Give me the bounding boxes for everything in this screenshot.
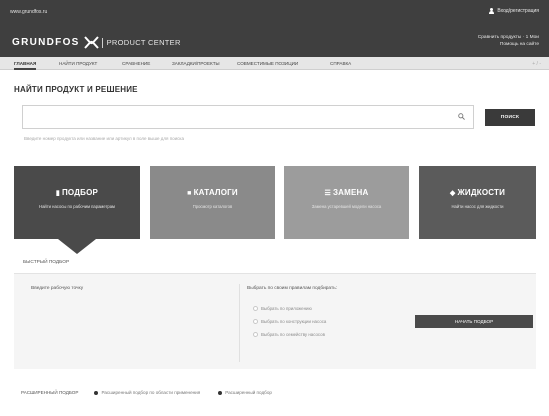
option-label: Выбрать по семейству насосов	[261, 332, 325, 337]
option-label: Выбрать по приложению	[261, 306, 312, 311]
user-icon	[488, 8, 494, 14]
quick-selection-panel: Введите рабочую точку Выбрать по своим п…	[14, 274, 536, 369]
nav-bookmarks[interactable]: ЗАКЛАДКИ/ПРОЕКТЫ	[172, 57, 220, 70]
site-link[interactable]: www.grundfos.ru	[10, 9, 47, 15]
tile-replacement[interactable]: ☰ ЗАМЕНА Замена устаревшей модели насоса	[284, 166, 409, 239]
nav-compatible[interactable]: СОВМЕСТИМЫЕ ПОЗИЦИИ	[237, 57, 298, 70]
search-hint: Введите номер продукта или название или …	[24, 136, 184, 141]
bullet-icon	[218, 390, 223, 395]
radio-button[interactable]	[253, 306, 258, 311]
tile-catalogues[interactable]: ■ КАТАЛОГИ Просмотр каталогов	[150, 166, 275, 239]
brand-separator	[101, 37, 103, 48]
sizing-icon: ▮	[55, 190, 60, 197]
quick-selection-header: БЫСТРЫЙ ПОДБОР	[14, 254, 536, 274]
nav-find-product[interactable]: НАЙТИ ПРОДУКТ	[59, 57, 97, 70]
header-links: Сравнить продукты · 1 Мои Помощь на сайт…	[478, 34, 539, 48]
advanced-option-label: Расширенный подбор	[225, 390, 272, 395]
tile-sizing[interactable]: ▮ ПОДБОР Найти насосы по рабочим параметр…	[14, 166, 140, 254]
tile-replacement-title: ☰ ЗАМЕНА	[324, 188, 369, 197]
nav-compare[interactable]: СРАВНЕНИЕ	[122, 57, 150, 70]
nav-help[interactable]: СПРАВКА	[330, 57, 351, 70]
brand-subtitle: PRODUCT CENTER	[106, 38, 181, 47]
tile-replacement-subtitle: Замена устаревшей модели насоса	[311, 204, 382, 209]
nav-home[interactable]: ГЛАВНАЯ	[14, 57, 37, 70]
radio-button[interactable]	[253, 332, 258, 337]
page-title: НАЙТИ ПРОДУКТ И РЕШЕНИЕ	[14, 85, 138, 94]
replacement-icon: ☰	[324, 190, 331, 197]
zoom-control[interactable]: + / -	[532, 61, 541, 67]
site-header: www.grundfos.ru Вход/регистрация GRUNDFO…	[0, 0, 549, 57]
search-button[interactable]: ПОИСК	[485, 109, 535, 126]
tile-liquids[interactable]: ◆ ЖИДКОСТИ Найти насос для жидкости	[419, 166, 536, 239]
brand-logo[interactable]: GRUNDFOS PRODUCT CENTER	[12, 36, 181, 49]
active-tile-arrow	[58, 239, 96, 254]
tile-sizing-title: ▮ ПОДБОР	[55, 188, 99, 197]
advanced-selection: РАСШИРЕННЫЙ ПОДБОР Расширенный подбор по…	[21, 390, 290, 395]
login-link[interactable]: Вход/регистрация	[488, 8, 539, 14]
option-by-pump-design[interactable]: Выбрать по конструкции насоса	[253, 319, 326, 324]
radio-button[interactable]	[253, 319, 258, 324]
search-input[interactable]	[22, 105, 474, 129]
option-by-pump-family[interactable]: Выбрать по семейству насосов	[253, 332, 325, 337]
catalogue-icon: ■	[187, 190, 192, 197]
advanced-option-label: Расширенный подбор по области применения	[101, 390, 201, 395]
main-nav: ГЛАВНАЯ НАЙТИ ПРОДУКТ СРАВНЕНИЕ ЗАКЛАДКИ…	[0, 57, 549, 70]
login-link-label: Вход/регистрация	[497, 8, 539, 14]
advanced-sizing-link[interactable]: Расширенный подбор	[218, 390, 272, 395]
grundfos-x-icon	[83, 36, 99, 49]
advanced-selection-title: РАСШИРЕННЫЙ ПОДБОР	[21, 390, 79, 395]
advanced-by-application[interactable]: Расширенный подбор по области применения	[94, 390, 200, 395]
search-icon[interactable]	[458, 113, 465, 120]
compare-link[interactable]: Сравнить продукты · 1 Мои	[478, 34, 539, 41]
choose-by-label: Выбрать по своим правилам подбирать:	[247, 286, 338, 291]
tile-catalogues-title: ■ КАТАЛОГИ	[187, 188, 238, 197]
liquid-drop-icon: ◆	[449, 190, 456, 197]
brand-name: GRUNDFOS	[12, 37, 80, 48]
tile-catalogues-subtitle: Просмотр каталогов	[192, 204, 233, 209]
option-by-application[interactable]: Выбрать по приложению	[253, 306, 312, 311]
tile-liquids-subtitle: Найти насос для жидкости	[451, 204, 504, 209]
panel-divider	[239, 284, 240, 362]
option-label: Выбрать по конструкции насоса	[261, 319, 327, 324]
start-sizing-button[interactable]: НАЧАТЬ ПОДБОР	[415, 315, 533, 328]
tile-liquids-title: ◆ ЖИДКОСТИ	[449, 188, 506, 197]
quick-selection-title: БЫСТРЫЙ ПОДБОР	[23, 260, 70, 265]
duty-point-label[interactable]: Введите рабочую точку	[31, 286, 83, 291]
help-link[interactable]: Помощь на сайте	[478, 41, 539, 48]
bullet-icon	[94, 390, 99, 395]
tile-sizing-subtitle: Найти насосы по рабочим параметрам	[39, 204, 115, 209]
